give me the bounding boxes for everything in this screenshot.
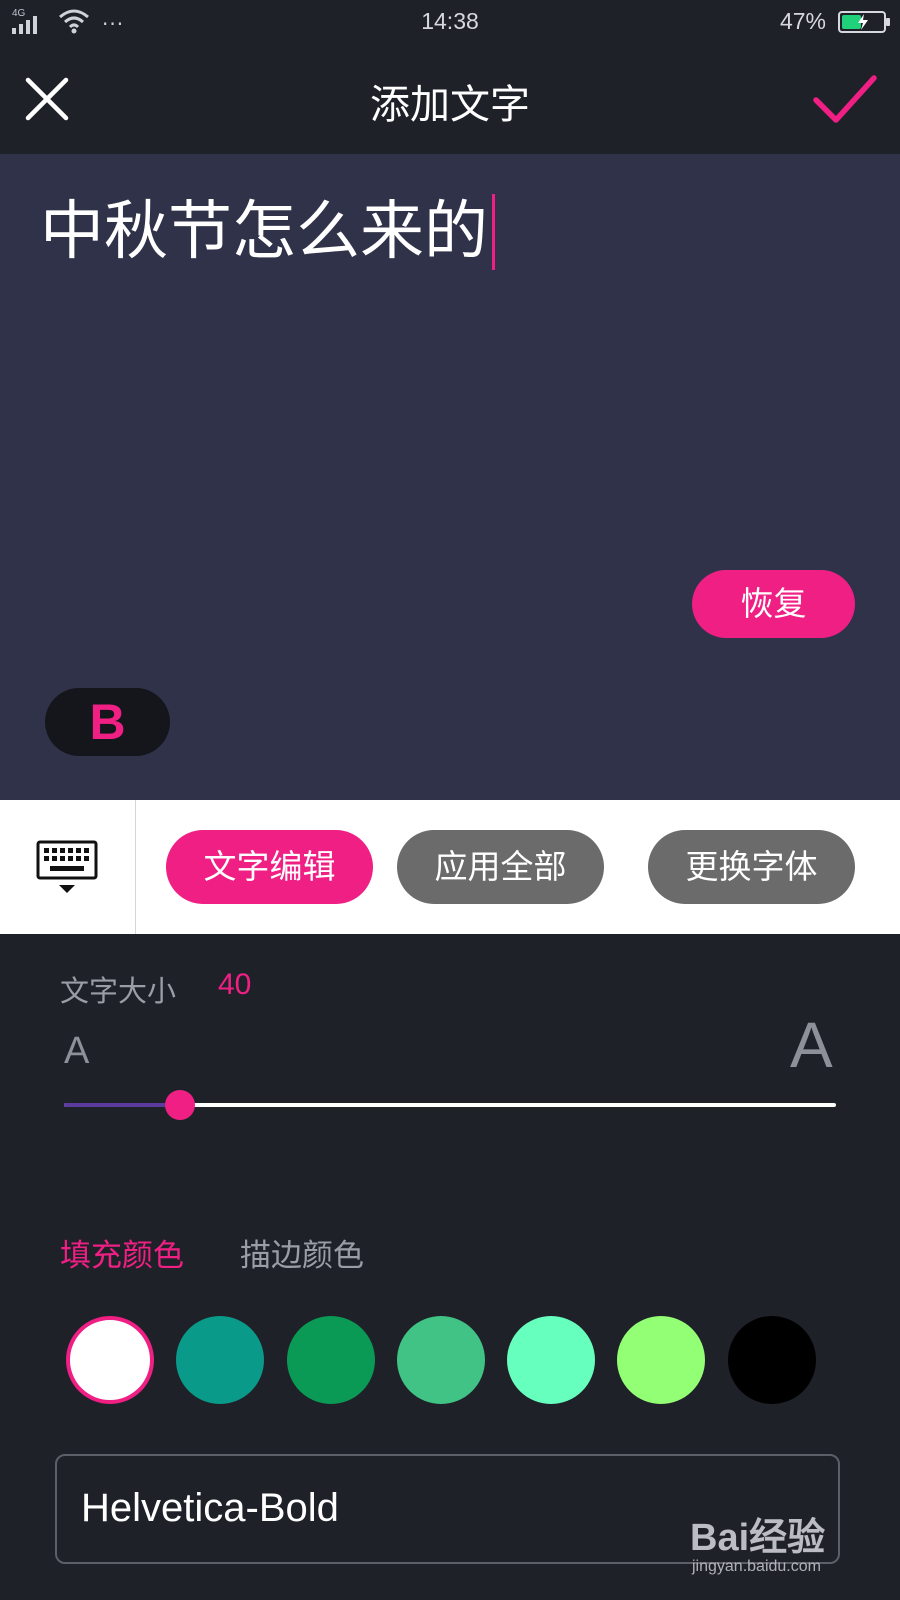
font-field[interactable]: Helvetica-Bold	[55, 1454, 840, 1564]
confirm-button[interactable]	[812, 72, 878, 126]
text-size-value: 40	[218, 968, 252, 1001]
text-input[interactable]: 中秋节怎么来的	[40, 192, 495, 272]
color-swatch[interactable]	[617, 1316, 705, 1404]
charging-bolt-icon	[858, 13, 868, 30]
status-right-group: 47%	[779, 8, 890, 35]
font-name: Helvetica-Bold	[81, 1486, 339, 1530]
status-bar: 4G ··· 14:38 47%	[0, 0, 900, 44]
close-icon	[25, 77, 69, 121]
tab-fill-color[interactable]: 填充颜色	[60, 1230, 184, 1275]
close-button[interactable]	[22, 74, 72, 124]
text-caret	[492, 194, 495, 270]
text-preview-area[interactable]: 中秋节怎么来的 恢复 B	[0, 154, 900, 800]
slider-thumb[interactable]	[164, 1090, 195, 1120]
color-swatch[interactable]	[66, 1316, 154, 1404]
title-bar: 添加文字	[0, 44, 900, 154]
color-swatch[interactable]	[287, 1316, 375, 1404]
edit-toolbar: 文字编辑 应用全部 更换字体	[0, 800, 900, 934]
color-swatch[interactable]	[507, 1316, 595, 1404]
tab-change-font[interactable]: 更换字体	[648, 830, 855, 904]
text-size-slider[interactable]	[64, 1090, 836, 1120]
text-size-label: 文字大小	[60, 974, 177, 1008]
keyboard-hide-icon	[36, 840, 98, 893]
tab-stroke-color[interactable]: 描边颜色	[240, 1230, 364, 1275]
battery-icon	[838, 10, 890, 33]
tab-apply-all[interactable]: 应用全部	[397, 830, 604, 904]
restore-button[interactable]: 恢复	[692, 570, 855, 638]
color-swatch[interactable]	[176, 1316, 264, 1404]
bold-toggle-button[interactable]: B	[45, 688, 170, 756]
check-icon	[813, 75, 877, 123]
page-title: 添加文字	[370, 82, 530, 128]
entered-text: 中秋节怎么来的	[40, 195, 488, 269]
status-time: 14:38	[421, 8, 479, 34]
size-large-indicator: A	[790, 1009, 833, 1081]
tab-text-edit[interactable]: 文字编辑	[166, 830, 373, 904]
color-swatch[interactable]	[728, 1316, 816, 1404]
size-small-indicator: A	[64, 1030, 90, 1072]
keyboard-toggle-button[interactable]	[0, 800, 136, 934]
battery-percent: 47%	[779, 8, 826, 34]
color-swatch[interactable]	[397, 1316, 485, 1404]
slider-track-fill	[64, 1103, 180, 1107]
